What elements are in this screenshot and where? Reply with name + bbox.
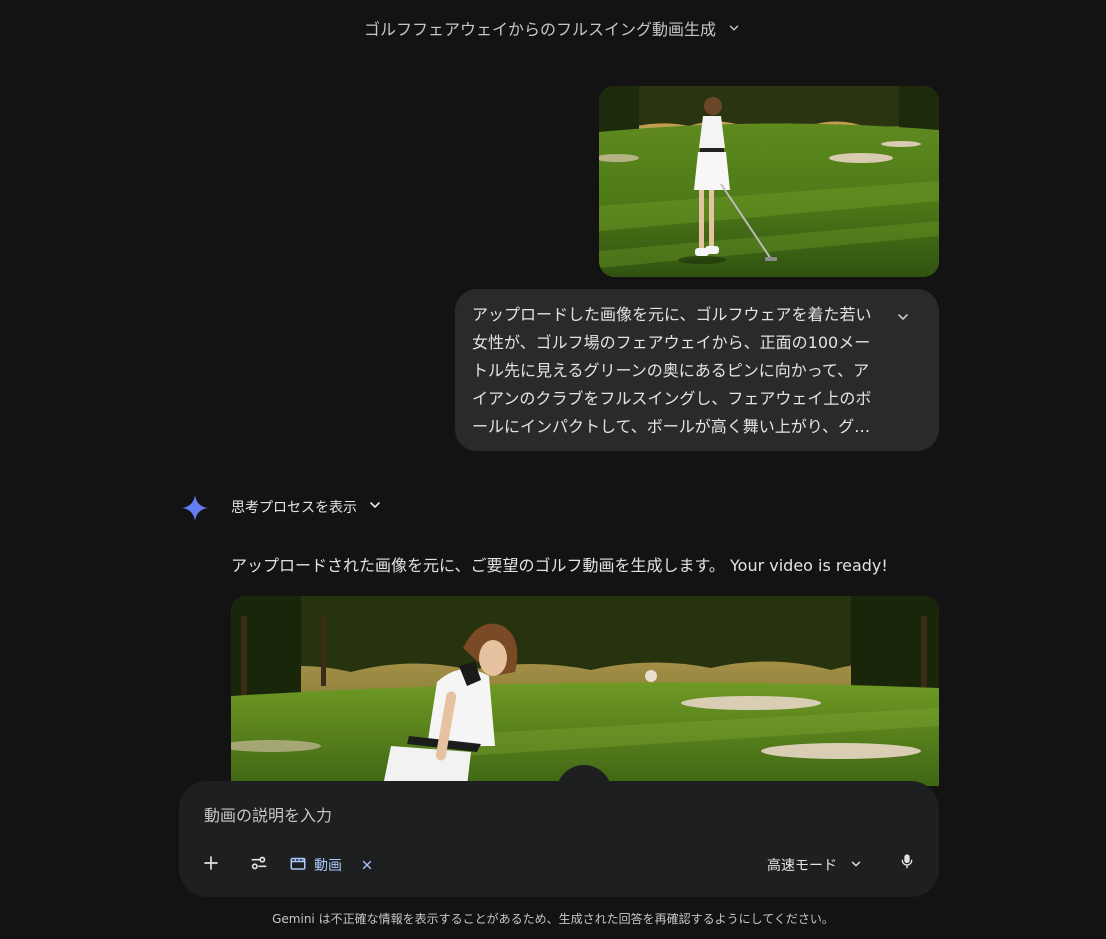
conversation-title: ゴルフフェアウェイからのフルスイング動画生成 bbox=[363, 20, 716, 39]
tools-button[interactable] bbox=[241, 847, 277, 883]
add-button[interactable] bbox=[193, 847, 229, 883]
mode-label: 高速モード bbox=[767, 858, 837, 874]
gemini-sparkle-icon bbox=[182, 495, 208, 521]
chevron-down-icon bbox=[849, 856, 863, 875]
user-prompt-bubble: アップロードした画像を元に、ゴルフウェアを着た若い女性が、ゴルフ場のフェアウェイ… bbox=[455, 289, 939, 451]
prompt-input-box: 動画 高速モード bbox=[179, 781, 939, 897]
chevron-down-icon[interactable] bbox=[895, 309, 911, 325]
show-thinking-toggle[interactable]: 思考プロセスを表示 bbox=[231, 496, 383, 518]
prompt-input[interactable] bbox=[202, 801, 866, 829]
disclaimer-text: Gemini は不正確な情報を表示することがあるため、生成された回答を再確認する… bbox=[272, 912, 834, 926]
response-text: アップロードされた画像を元に、ご要望のゴルフ動画を生成します。 Your vid… bbox=[231, 556, 888, 575]
clapperboard-icon bbox=[289, 854, 307, 876]
close-icon[interactable] bbox=[358, 856, 376, 874]
uploaded-image[interactable] bbox=[599, 86, 939, 277]
generated-video-preview[interactable] bbox=[231, 596, 939, 786]
video-mode-chip[interactable]: 動画 bbox=[289, 849, 376, 881]
video-chip-label: 動画 bbox=[314, 858, 342, 874]
conversation-title-menu[interactable]: ゴルフフェアウェイからのフルスイング動画生成 bbox=[0, 12, 1106, 44]
chat-page: ゴルフフェアウェイからのフルスイング動画生成 アップロードした画像を元に、ゴルフ… bbox=[0, 0, 1106, 939]
thinking-label: 思考プロセスを表示 bbox=[231, 500, 357, 516]
chevron-down-icon bbox=[367, 497, 383, 517]
chevron-down-icon[interactable] bbox=[726, 20, 742, 36]
microphone-icon bbox=[899, 852, 915, 874]
microphone-button[interactable] bbox=[889, 845, 925, 881]
tune-icon bbox=[249, 853, 269, 877]
plus-icon bbox=[202, 854, 220, 876]
mode-selector[interactable]: 高速モード bbox=[767, 849, 863, 881]
user-prompt-text: アップロードした画像を元に、ゴルフウェアを着た若い女性が、ゴルフ場のフェアウェイ… bbox=[472, 305, 872, 436]
